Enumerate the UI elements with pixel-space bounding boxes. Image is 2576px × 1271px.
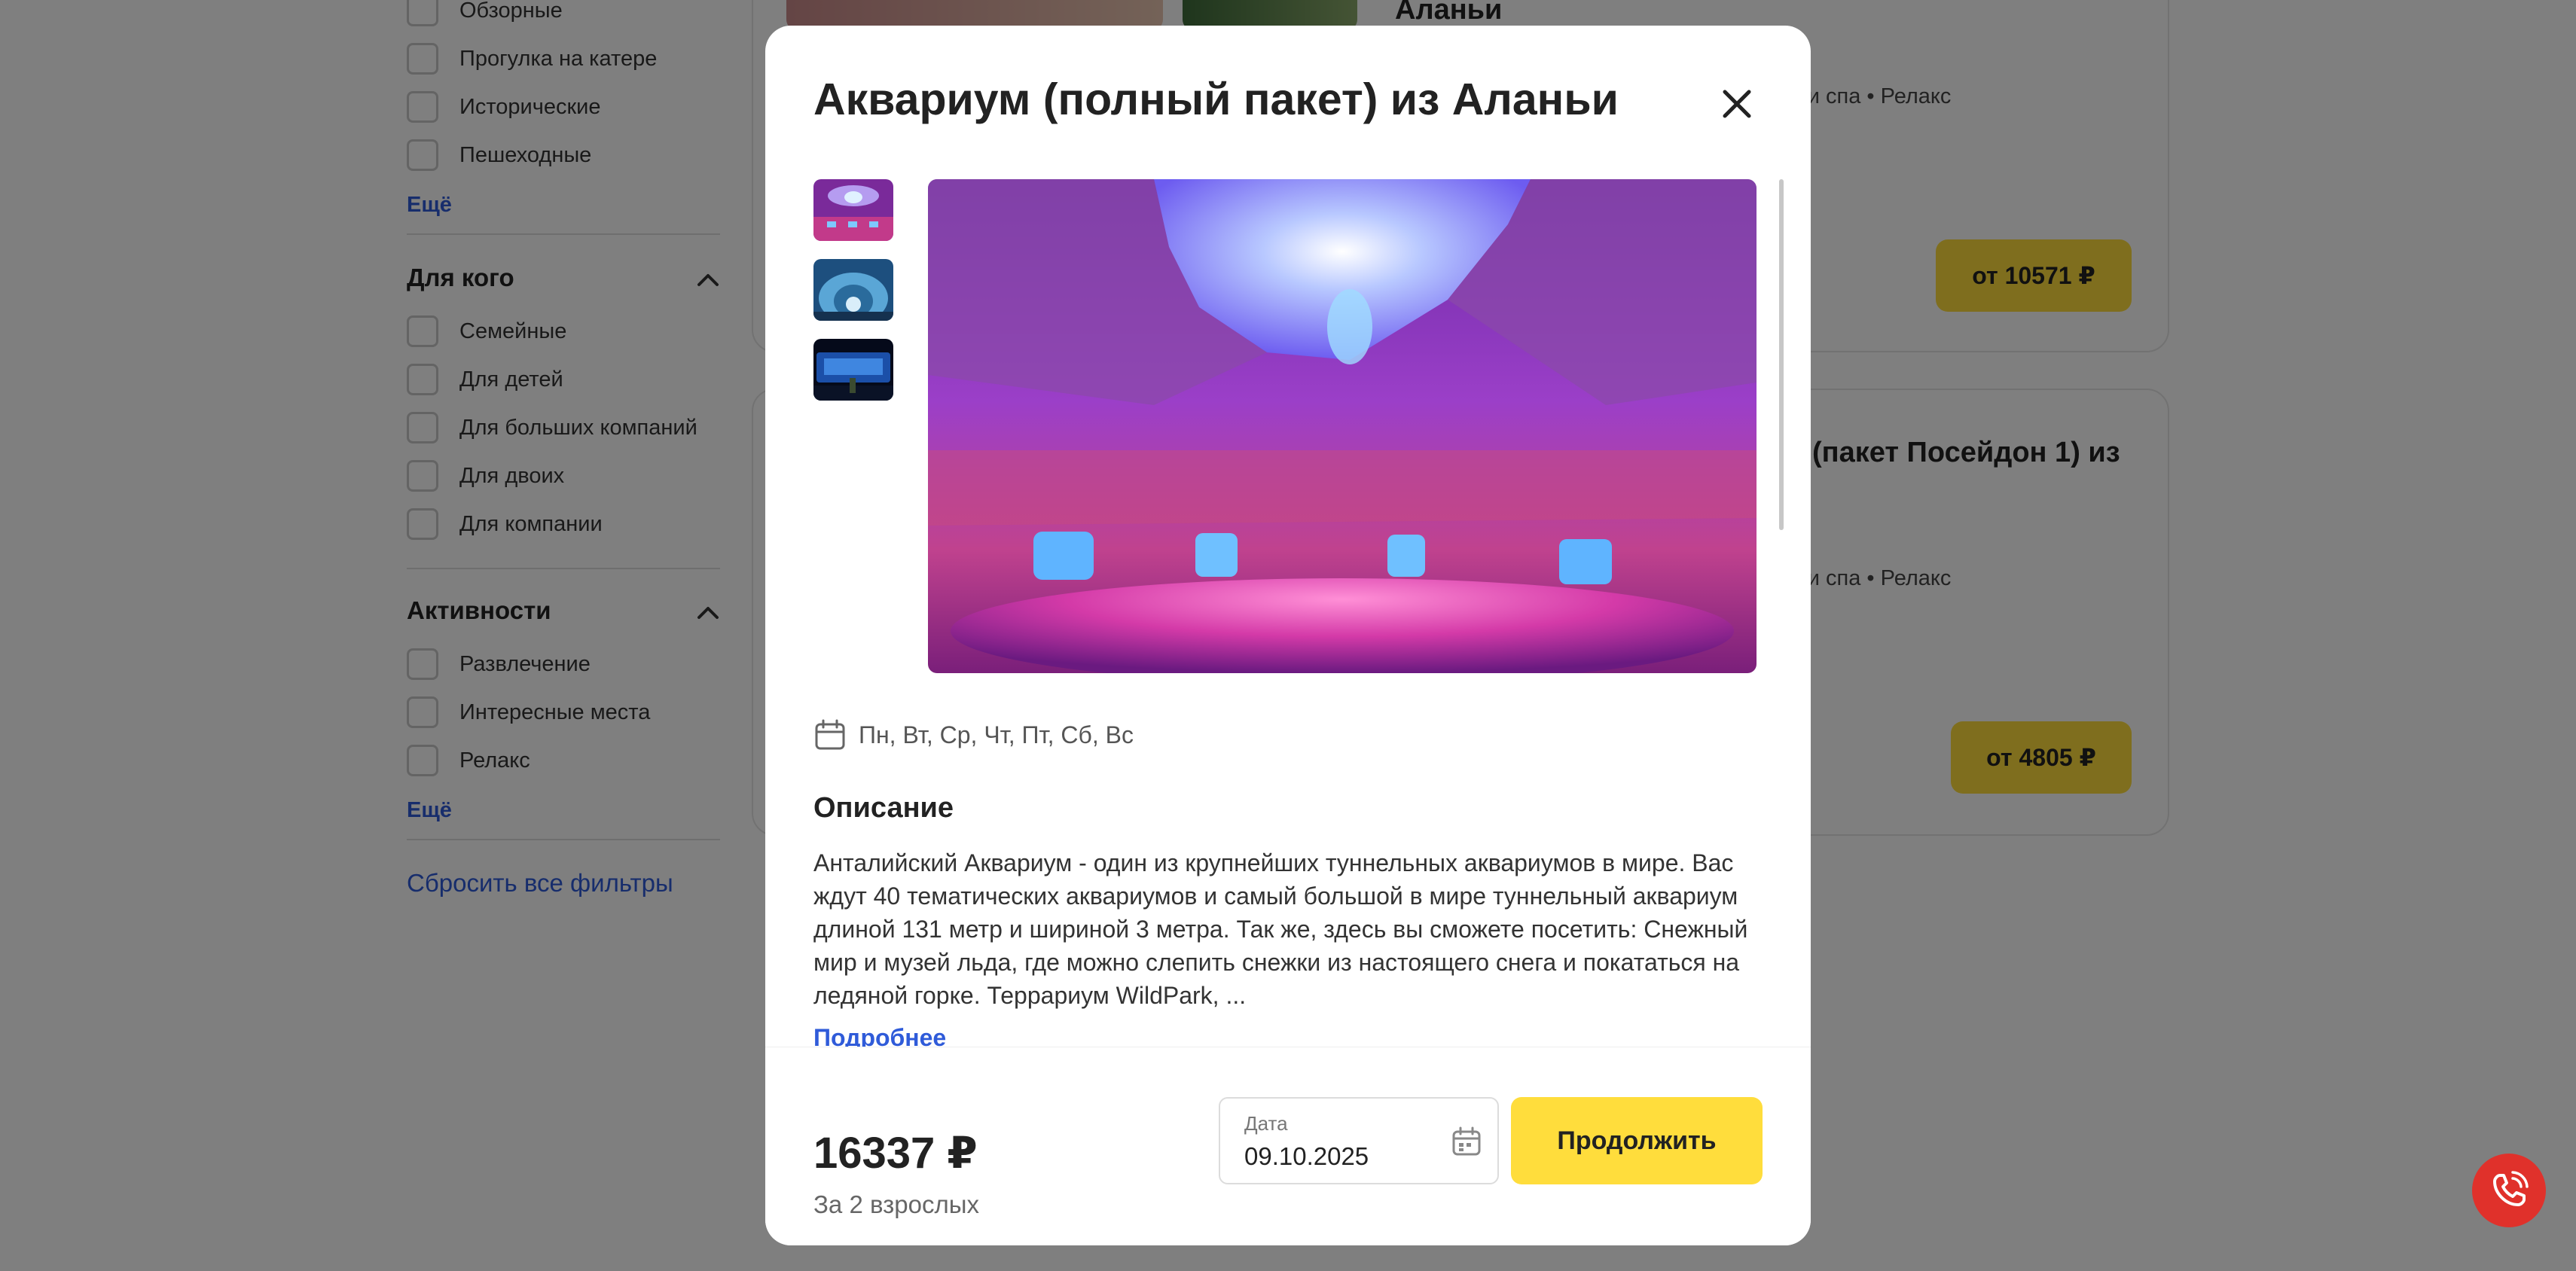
phone-icon	[2493, 1171, 2529, 1206]
calendar-icon[interactable]	[1451, 1126, 1482, 1157]
total-price: 16337 ₽	[813, 1129, 978, 1178]
description-text: Анталийский Аквариум - один из крупнейши…	[813, 849, 1748, 1009]
gallery-thumbnail[interactable]	[813, 339, 893, 401]
excursion-modal: Аквариум (полный пакет) из Аланьи Пн, Вт…	[765, 26, 1811, 1245]
modal-title: Аквариум (полный пакет) из Аланьи	[813, 75, 1619, 124]
close-icon[interactable]	[1720, 87, 1753, 120]
date-field[interactable]: Дата 09.10.2025	[1219, 1097, 1499, 1184]
close-button[interactable]	[1716, 83, 1758, 125]
gallery-thumbnail[interactable]	[813, 179, 893, 241]
price-note: За 2 взрослых	[813, 1190, 979, 1218]
description-title: Описание	[813, 792, 954, 824]
modal-scrollbar[interactable]	[1779, 179, 1784, 530]
date-value[interactable]: 09.10.2025	[1244, 1142, 1369, 1171]
booking-footer: 16337 ₽ За 2 взрослых Дата 09.10.2025 Пр…	[765, 1047, 1811, 1245]
schedule-days: Пн, Вт, Ср, Чт, Пт, Сб, Вс	[859, 721, 1134, 748]
continue-button[interactable]: Продолжить	[1511, 1097, 1763, 1184]
gallery-main-image[interactable]	[928, 179, 1757, 673]
calendar-icon	[815, 719, 845, 750]
gallery-thumbnail[interactable]	[813, 259, 893, 321]
date-label: Дата	[1244, 1112, 1288, 1135]
call-button[interactable]	[2472, 1154, 2546, 1227]
schedule-row: Пн, Вт, Ср, Чт, Пт, Сб, Вс	[813, 718, 1134, 751]
